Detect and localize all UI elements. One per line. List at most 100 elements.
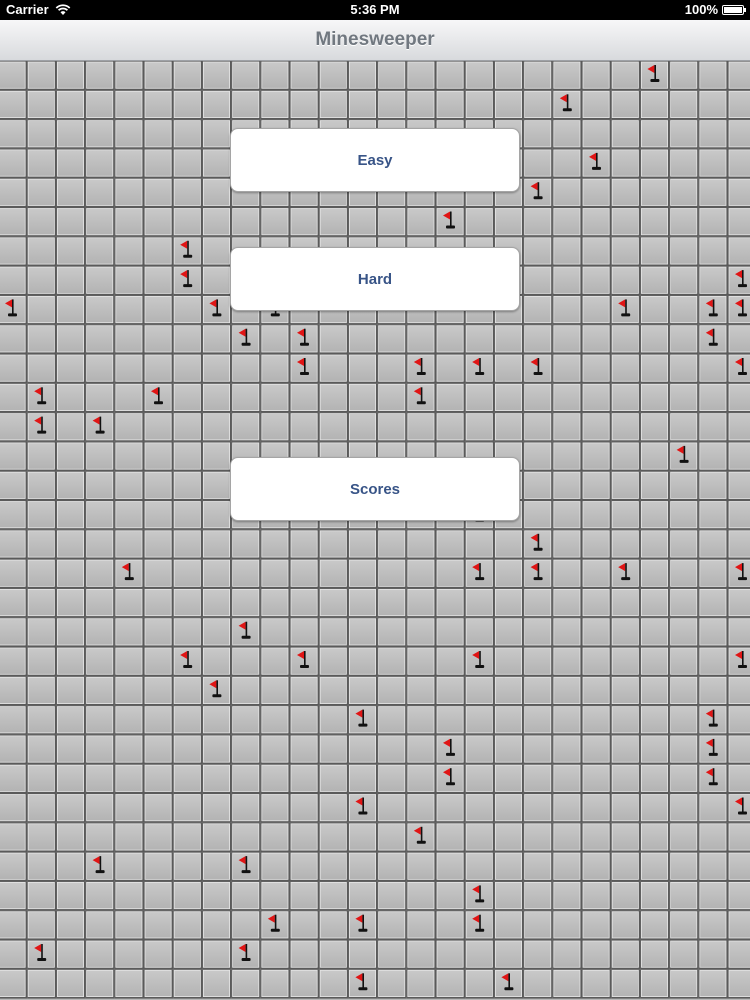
grid-cell[interactable] — [0, 266, 28, 296]
grid-cell[interactable] — [0, 90, 28, 120]
grid-cell[interactable] — [202, 764, 232, 794]
grid-cell[interactable] — [173, 705, 203, 735]
grid-cell[interactable] — [56, 764, 86, 794]
grid-cell[interactable] — [582, 617, 612, 647]
grid-cell[interactable] — [144, 910, 174, 940]
grid-cell[interactable] — [377, 324, 407, 354]
grid-cell[interactable] — [436, 822, 466, 853]
grid-cell[interactable] — [231, 764, 261, 794]
grid-cell[interactable] — [728, 500, 750, 530]
grid-cell[interactable] — [0, 822, 28, 853]
grid-cell[interactable] — [552, 412, 582, 442]
grid-cell[interactable] — [27, 178, 57, 208]
grid-cell[interactable] — [552, 852, 582, 882]
grid-cell[interactable] — [27, 705, 57, 735]
grid-cell[interactable] — [85, 148, 115, 179]
grid-cell[interactable] — [523, 647, 553, 677]
grid-cell[interactable] — [27, 148, 57, 179]
grid-cell[interactable] — [85, 822, 115, 853]
grid-cell[interactable] — [582, 529, 612, 560]
grid-cell[interactable] — [611, 178, 641, 208]
grid-cell[interactable] — [85, 734, 115, 765]
grid-cell[interactable] — [202, 559, 232, 589]
grid-cell[interactable] — [465, 705, 495, 735]
grid-cell[interactable] — [85, 354, 115, 384]
grid-cell[interactable] — [85, 764, 115, 794]
grid-cell[interactable] — [640, 617, 670, 647]
grid-cell[interactable] — [173, 940, 203, 970]
grid-cell[interactable] — [552, 588, 582, 618]
grid-cell[interactable] — [494, 559, 524, 589]
grid-cell[interactable] — [319, 559, 349, 589]
grid-cell[interactable] — [698, 881, 728, 911]
grid-cell[interactable] — [465, 324, 495, 354]
grid-cell[interactable] — [406, 881, 436, 911]
grid-cell[interactable] — [114, 471, 144, 501]
grid-cell[interactable] — [728, 383, 750, 413]
grid-cell[interactable] — [260, 969, 290, 999]
grid-cell[interactable] — [728, 588, 750, 618]
grid-cell[interactable] — [0, 705, 28, 735]
grid-cell[interactable] — [114, 295, 144, 325]
grid-cell[interactable] — [582, 500, 612, 530]
grid-cell[interactable] — [611, 910, 641, 940]
grid-cell[interactable] — [436, 559, 466, 589]
grid-cell[interactable] — [260, 529, 290, 560]
grid-cell[interactable] — [436, 383, 466, 413]
grid-cell[interactable] — [231, 383, 261, 413]
grid-cell[interactable] — [582, 266, 612, 296]
grid-cell[interactable] — [406, 969, 436, 999]
grid-cell[interactable] — [669, 266, 699, 296]
grid-cell[interactable] — [56, 412, 86, 442]
grid-cell[interactable] — [85, 383, 115, 413]
grid-cell[interactable] — [290, 910, 320, 940]
grid-cell[interactable] — [0, 910, 28, 940]
grid-cell[interactable] — [144, 764, 174, 794]
grid-cell[interactable] — [494, 910, 524, 940]
grid-cell[interactable] — [728, 441, 750, 472]
grid-cell[interactable] — [27, 500, 57, 530]
grid-cell[interactable] — [465, 529, 495, 560]
grid-cell[interactable] — [348, 90, 378, 120]
grid-cell[interactable] — [173, 324, 203, 354]
grid-cell[interactable] — [698, 852, 728, 882]
grid-cell[interactable] — [698, 617, 728, 647]
grid-cell[interactable] — [260, 881, 290, 911]
grid-cell[interactable] — [0, 207, 28, 237]
grid-cell[interactable] — [552, 705, 582, 735]
grid-cell[interactable] — [523, 705, 553, 735]
grid-cell[interactable] — [698, 61, 728, 91]
grid-cell[interactable] — [523, 236, 553, 267]
grid-cell[interactable] — [406, 793, 436, 823]
grid-cell[interactable] — [202, 500, 232, 530]
grid-cell[interactable] — [290, 529, 320, 560]
grid-cell[interactable] — [436, 354, 466, 384]
grid-cell[interactable] — [698, 148, 728, 179]
grid-cell[interactable] — [611, 412, 641, 442]
grid-cell[interactable] — [114, 617, 144, 647]
grid-cell[interactable] — [494, 61, 524, 91]
grid-cell[interactable] — [406, 588, 436, 618]
grid-cell[interactable] — [406, 940, 436, 970]
grid-cell[interactable] — [494, 617, 524, 647]
grid-cell[interactable] — [319, 852, 349, 882]
grid-cell[interactable] — [406, 705, 436, 735]
grid-cell[interactable] — [436, 61, 466, 91]
grid-cell[interactable] — [494, 852, 524, 882]
grid-cell[interactable] — [436, 647, 466, 677]
grid-cell[interactable] — [56, 969, 86, 999]
grid-cell[interactable] — [319, 383, 349, 413]
grid-cell[interactable] — [85, 793, 115, 823]
grid-cell[interactable] — [669, 559, 699, 589]
grid-cell[interactable] — [202, 148, 232, 179]
grid-cell[interactable] — [231, 910, 261, 940]
grid-cell[interactable] — [260, 676, 290, 706]
grid-cell[interactable] — [582, 969, 612, 999]
grid-cell[interactable] — [260, 61, 290, 91]
grid-cell[interactable] — [552, 617, 582, 647]
grid-cell[interactable] — [552, 822, 582, 853]
grid-cell[interactable] — [728, 178, 750, 208]
grid-cell[interactable] — [348, 676, 378, 706]
grid-cell[interactable] — [144, 852, 174, 882]
grid-cell[interactable] — [582, 119, 612, 149]
